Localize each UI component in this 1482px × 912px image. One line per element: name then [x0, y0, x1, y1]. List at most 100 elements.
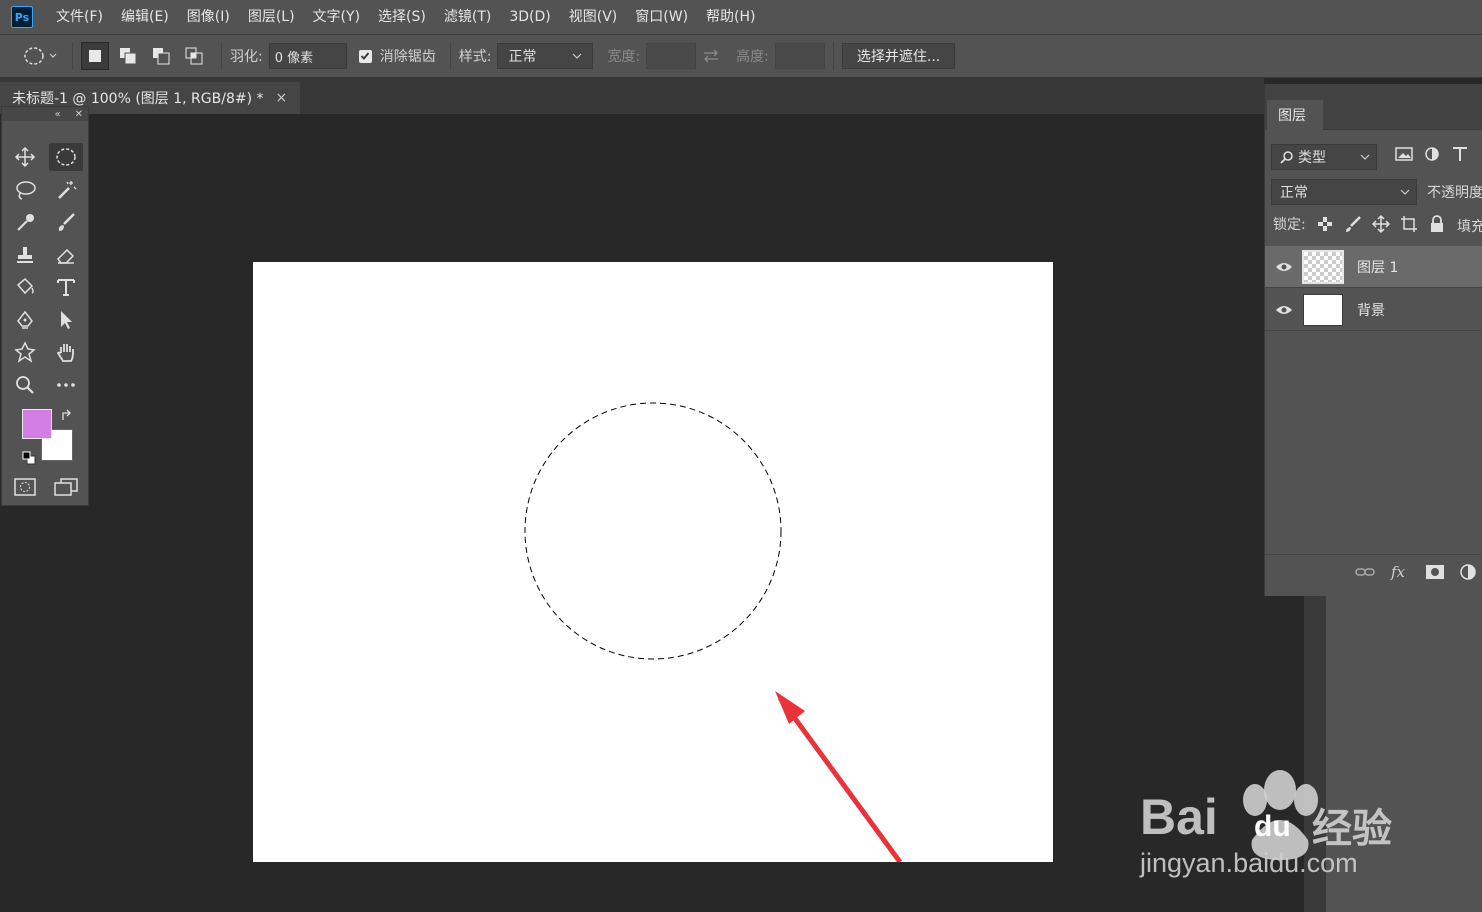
collapse-icon[interactable]: « — [54, 109, 60, 120]
document-canvas[interactable] — [253, 262, 1053, 862]
lock-all-icon[interactable] — [1428, 215, 1446, 233]
pixel-layer-filter-icon[interactable] — [1395, 146, 1413, 162]
link-layers-icon[interactable] — [1355, 566, 1375, 578]
eraser-icon — [57, 248, 75, 264]
baidu-jingyan-watermark: Bai du 经验 jingyan.baidu.com — [1140, 760, 1440, 890]
menu-select[interactable]: 选择(S) — [369, 0, 435, 34]
eyedropper-icon — [17, 214, 34, 231]
width-input[interactable] — [646, 43, 697, 69]
menu-3d[interactable]: 3D(D) — [500, 0, 559, 34]
menu-layer[interactable]: 图层(L) — [239, 0, 304, 34]
intersect-selection-button[interactable] — [180, 42, 208, 70]
menu-file[interactable]: 文件(F) — [47, 0, 112, 34]
new-selection-button[interactable] — [81, 42, 109, 70]
elliptical-marquee-icon — [24, 47, 57, 65]
clone-stamp-tool[interactable] — [8, 241, 42, 269]
default-colors-icon[interactable] — [22, 451, 36, 465]
width-label: 宽度: — [607, 49, 641, 65]
fill-label: 填充 — [1457, 219, 1482, 235]
chevron-down-icon — [573, 53, 582, 59]
layer-visibility-toggle[interactable] — [1265, 304, 1303, 316]
hand-tool[interactable] — [49, 338, 83, 366]
paint-bucket-tool[interactable] — [8, 273, 42, 301]
eye-icon — [1276, 262, 1292, 271]
menu-image[interactable]: 图像(I) — [178, 0, 239, 34]
type-tool[interactable] — [49, 273, 83, 301]
blend-mode-value: 正常 — [1280, 185, 1308, 201]
lock-transparent-pixels-icon[interactable] — [1316, 215, 1334, 233]
tools-panel: « ✕ — [1, 106, 89, 506]
screen-mode-button[interactable] — [49, 473, 83, 501]
chevron-down-icon — [1360, 154, 1370, 160]
menu-help[interactable]: 帮助(H) — [697, 0, 764, 34]
new-adjustment-layer-icon[interactable] — [1459, 563, 1479, 581]
lock-row: 锁定: — [1273, 214, 1446, 234]
canvas-overlay — [524, 402, 903, 862]
eraser-tool[interactable] — [49, 241, 83, 269]
tool-preset-picker[interactable] — [20, 41, 64, 71]
path-selection-tool[interactable] — [49, 306, 83, 334]
menu-view[interactable]: 视图(V) — [560, 0, 627, 34]
height-input[interactable] — [774, 43, 825, 69]
layer-visibility-toggle[interactable] — [1265, 261, 1303, 273]
swap-dimensions-button[interactable] — [702, 48, 720, 64]
layer-filter-select[interactable]: 类型 — [1271, 144, 1377, 170]
add-to-selection-button[interactable] — [114, 42, 142, 70]
move-tool[interactable] — [8, 143, 42, 171]
watermark-cn: 经验 — [1312, 806, 1392, 852]
lock-image-pixels-icon[interactable] — [1344, 215, 1362, 233]
height-label: 高度: — [736, 49, 769, 65]
layer-row[interactable]: 图层 1 — [1265, 246, 1482, 288]
brush-tool[interactable] — [49, 208, 83, 236]
custom-shape-icon — [14, 341, 36, 363]
menu-window[interactable]: 窗口(W) — [626, 0, 697, 34]
layer-filter-value: 类型 — [1298, 150, 1326, 166]
pen-tool[interactable] — [8, 306, 42, 334]
subtract-from-selection-button[interactable] — [147, 42, 175, 70]
style-value: 正常 — [508, 49, 537, 65]
search-icon — [1280, 151, 1293, 164]
menu-type[interactable]: 文字(Y) — [304, 0, 369, 34]
adjustment-layer-filter-icon[interactable] — [1423, 146, 1441, 162]
style-select[interactable]: 正常 — [497, 43, 594, 69]
lasso-tool[interactable] — [8, 176, 42, 204]
elliptical-selection-marquee — [524, 402, 782, 660]
close-tab-icon[interactable]: × — [276, 90, 288, 106]
layer-effects-icon[interactable]: fx — [1389, 563, 1411, 581]
separator — [832, 42, 834, 70]
menu-edit[interactable]: 编辑(E) — [112, 0, 178, 34]
magic-wand-tool[interactable] — [49, 176, 83, 204]
layer-row[interactable]: 背景 — [1265, 289, 1482, 331]
layers-panel: 图层 类型 正常 不透明度 锁定: 填充 图层 1 背景 fx — [1264, 84, 1482, 596]
type-layer-filter-icon[interactable] — [1451, 146, 1469, 162]
elliptical-marquee-tool[interactable] — [49, 143, 83, 171]
lock-artboard-icon[interactable] — [1400, 215, 1418, 233]
zoom-tool[interactable] — [8, 371, 42, 399]
close-panel-icon[interactable]: ✕ — [75, 109, 83, 120]
layer-thumbnail — [1303, 293, 1343, 326]
eyedropper-tool[interactable] — [8, 208, 42, 236]
tab-layers[interactable]: 图层 — [1267, 100, 1323, 130]
layer-name: 背景 — [1357, 302, 1385, 319]
magic-wand-icon — [58, 181, 77, 199]
move-icon — [14, 146, 36, 168]
feather-input[interactable]: 0 像素 — [268, 43, 347, 69]
antialias-checkbox[interactable] — [358, 49, 372, 63]
quick-mask-button[interactable] — [8, 473, 42, 501]
separator — [449, 42, 451, 70]
svg-text:fx: fx — [1390, 563, 1406, 581]
menu-filter[interactable]: 滤镜(T) — [435, 0, 500, 34]
blend-mode-select[interactable]: 正常 — [1271, 179, 1417, 205]
lock-position-icon[interactable] — [1371, 215, 1390, 233]
photoshop-logo: Ps — [11, 6, 33, 28]
watermark-brand-du: du — [1254, 810, 1291, 843]
more-tools-button[interactable] — [49, 371, 83, 399]
swap-colors-icon[interactable] — [60, 409, 74, 423]
select-and-mask-button[interactable]: 选择并遮住... — [841, 43, 956, 69]
add-mask-icon[interactable] — [1425, 564, 1445, 580]
new-selection-icon — [89, 50, 101, 62]
elliptical-marquee-icon — [56, 148, 76, 166]
options-bar: 羽化: 0 像素 消除锯齿 样式: 正常 宽度: 高度: 选择并遮住... — [0, 34, 1482, 78]
custom-shape-tool[interactable] — [8, 338, 42, 366]
foreground-color-swatch[interactable] — [22, 409, 52, 439]
